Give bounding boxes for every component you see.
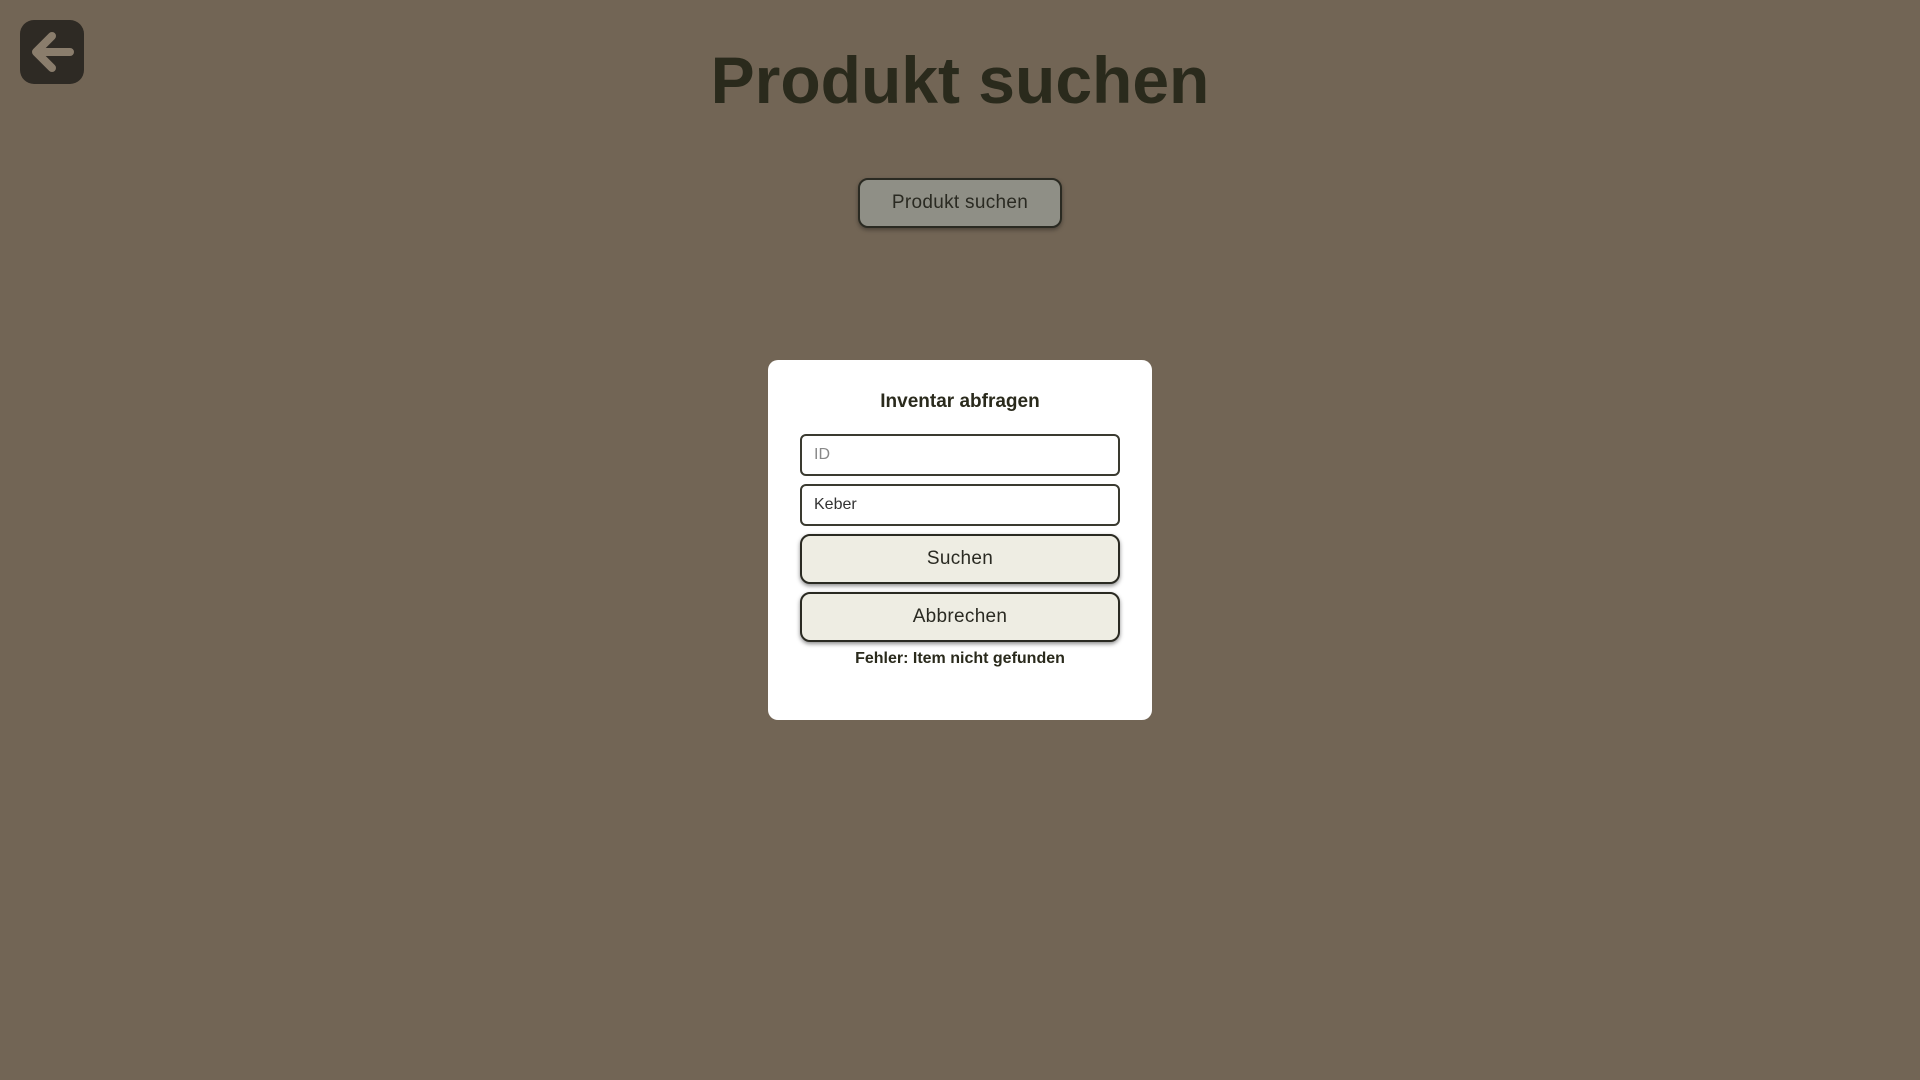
page-title: Produkt suchen — [710, 43, 1210, 117]
error-message: Fehler: Item nicht gefunden — [855, 650, 1065, 667]
inventory-query-dialog: Inventar abfragen Suchen Abbrechen Fehle… — [768, 360, 1152, 720]
id-input[interactable] — [800, 434, 1120, 476]
cancel-button[interactable]: Abbrechen — [800, 592, 1120, 642]
dialog-title: Inventar abfragen — [880, 391, 1040, 412]
product-search-button[interactable]: Produkt suchen — [858, 178, 1062, 228]
search-button[interactable]: Suchen — [800, 534, 1120, 584]
name-input[interactable] — [800, 484, 1120, 526]
